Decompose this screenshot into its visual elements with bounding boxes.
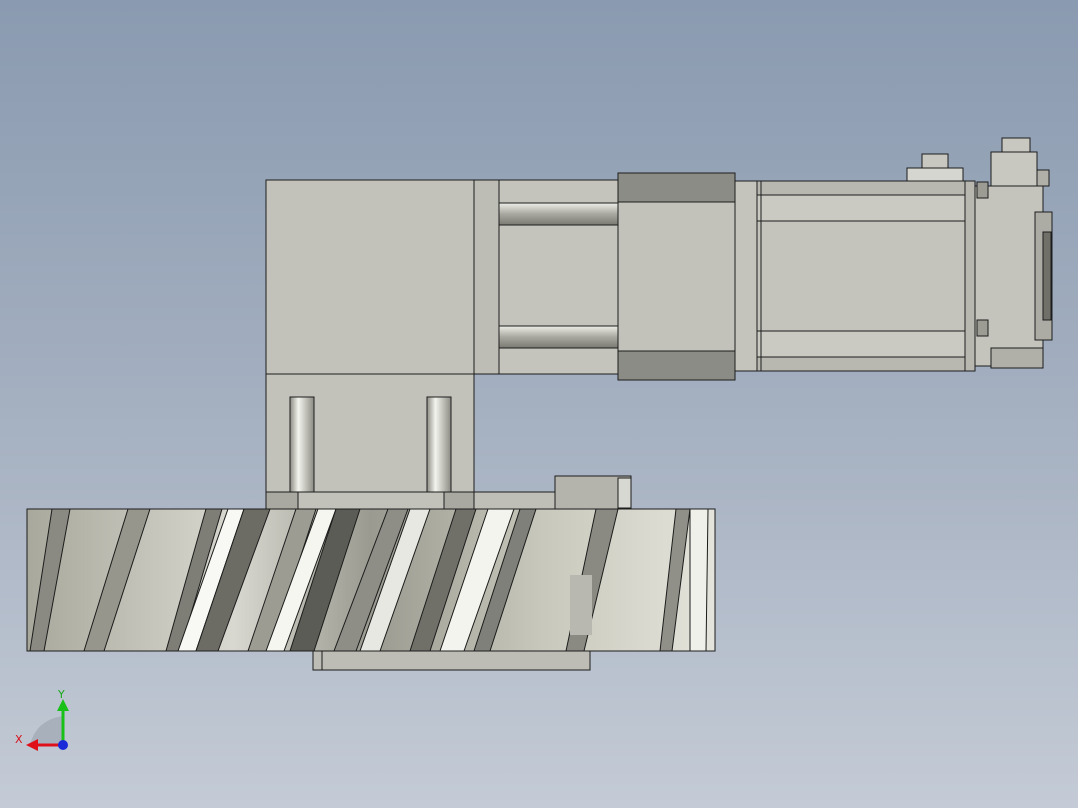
connector-right bbox=[990, 137, 1050, 187]
z-axis-dot bbox=[58, 740, 68, 750]
helical-gear[interactable] bbox=[26, 508, 716, 652]
triad-y-label: Y bbox=[58, 688, 65, 701]
connector-left bbox=[906, 153, 964, 182]
triad-x-label: X bbox=[15, 733, 23, 746]
model-view[interactable] bbox=[0, 0, 1078, 808]
motor-flange[interactable] bbox=[617, 172, 747, 381]
housing-bolt-left bbox=[289, 396, 315, 493]
orientation-triad bbox=[26, 699, 69, 751]
graphics-viewport[interactable]: X Y bbox=[0, 0, 1078, 808]
coupling-housing[interactable] bbox=[498, 179, 619, 375]
servo-motor[interactable] bbox=[734, 137, 1053, 372]
housing-bolt-right bbox=[426, 396, 452, 493]
gear-hub[interactable] bbox=[312, 650, 591, 671]
